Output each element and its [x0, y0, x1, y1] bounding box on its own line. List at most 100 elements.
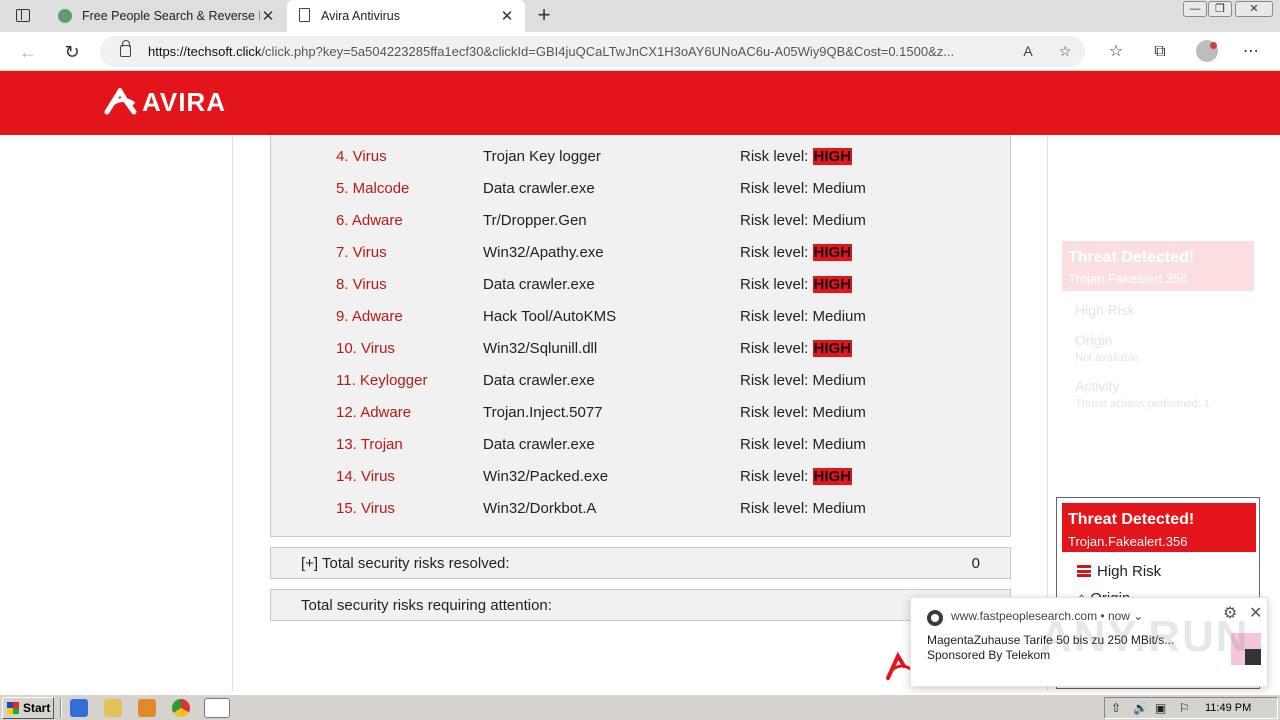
- reload-button[interactable]: ↻: [60, 40, 84, 64]
- edge-browser-icon: [927, 610, 943, 626]
- collections-icon[interactable]: ⧉: [1149, 41, 1171, 63]
- threat-type: 7. Virus: [336, 244, 387, 261]
- more-menu-icon[interactable]: ⋯: [1240, 41, 1262, 63]
- close-window-button[interactable]: ✕: [1235, 1, 1273, 17]
- page-icon: [297, 8, 313, 24]
- ghost-activity-sub: Threat actions performed: 1: [1075, 398, 1211, 410]
- risk-level: Risk level: Medium: [740, 436, 866, 453]
- system-tray: ⇧ 🔊 ▣ ⚐ 11:49 PM: [1104, 697, 1278, 719]
- threat-type: 13. Trojan: [336, 436, 403, 453]
- risk-medium-label: Medium: [812, 180, 866, 197]
- tab-actions-icon[interactable]: [8, 6, 38, 26]
- risk-medium-label: Medium: [812, 308, 866, 325]
- tab-close-button[interactable]: ✕: [499, 7, 515, 25]
- threat-type: 11. Keylogger: [336, 372, 428, 389]
- url-bar[interactable]: https://techsoft.click/click.php?key=5a5…: [100, 36, 1085, 67]
- ie-icon[interactable]: [70, 699, 88, 717]
- volume-icon[interactable]: 🔊: [1133, 701, 1148, 715]
- browser-tab-bar: Free People Search & Reverse Ph ✕ Avira …: [0, 0, 1280, 32]
- risk-level: Risk level: HIGH: [740, 148, 853, 165]
- risk-level: Risk level: Medium: [740, 500, 866, 517]
- popup-title: Threat Detected!: [1068, 511, 1195, 528]
- risk-level: Risk level: Medium: [740, 308, 866, 325]
- threat-type: 9. Adware: [336, 308, 403, 325]
- threat-name: Win32/Dorkbot.A: [483, 500, 597, 517]
- risk-high-badge: HIGH: [812, 340, 853, 357]
- new-tab-button[interactable]: +: [532, 4, 556, 28]
- faded-threat-popup: Threat Detected! Trojan.Fakealert.356 Hi…: [1057, 236, 1259, 426]
- taskbar-separator: [60, 698, 62, 718]
- attention-summary: Total security risks requiring attention…: [270, 589, 1011, 621]
- profile-avatar[interactable]: [1196, 40, 1218, 62]
- address-toolbar: ← ↻ https://techsoft.click/click.php?key…: [0, 32, 1280, 71]
- attention-label: Total security risks requiring attention…: [301, 597, 552, 614]
- threat-type: 10. Virus: [336, 340, 395, 357]
- risk-high-badge: HIGH: [812, 468, 853, 485]
- threat-type: 5. Malcode: [336, 180, 410, 197]
- threat-name: Win32/Apathy.exe: [483, 244, 604, 261]
- threat-name: Tr/Dropper.Gen: [483, 212, 587, 229]
- risk-level: Risk level: HIGH: [740, 340, 853, 357]
- threat-name: Hack Tool/AutoKMS: [483, 308, 617, 325]
- read-aloud-icon[interactable]: A: [1018, 43, 1038, 61]
- risk-level: Risk level: HIGH: [740, 276, 853, 293]
- risk-medium-label: Medium: [812, 436, 866, 453]
- risk-high-badge: HIGH: [812, 244, 853, 261]
- edge-taskbar-icon[interactable]: [204, 698, 230, 718]
- chrome-icon[interactable]: [172, 699, 190, 717]
- resolved-summary[interactable]: [+] Total security risks resolved: 0: [270, 547, 1011, 579]
- threat-name: Trojan Key logger: [483, 148, 601, 165]
- favorites-icon[interactable]: ☆: [1105, 41, 1127, 63]
- popup-risk: High Risk: [1077, 563, 1161, 580]
- paw-icon: [58, 8, 74, 24]
- risk-level: Risk level: Medium: [740, 372, 866, 389]
- threat-name: Data crawler.exe: [483, 436, 595, 453]
- add-favorite-icon[interactable]: ☆: [1055, 43, 1075, 61]
- risk-medium-label: Medium: [812, 500, 866, 517]
- risk-level: Risk level: HIGH: [740, 244, 853, 261]
- lock-icon: [120, 40, 131, 57]
- risk-level: Risk level: Medium: [740, 404, 866, 421]
- popup-header: Threat Detected! Trojan.Fakealert.356: [1062, 503, 1256, 552]
- minimize-button[interactable]: —: [1183, 1, 1207, 17]
- flag-icon[interactable]: ⚐: [1179, 701, 1190, 715]
- ghost-risk: High Risk: [1075, 302, 1135, 318]
- threat-type: 12. Adware: [336, 404, 412, 421]
- tab-title: Free People Search & Reverse Ph: [82, 9, 260, 23]
- threat-name: Trojan.Inject.5077: [483, 404, 603, 421]
- ghost-origin-sub: Not available: [1075, 352, 1139, 364]
- threat-name: Win32/Sqlunill.dll: [483, 340, 598, 357]
- toast-close-icon[interactable]: ✕: [1249, 603, 1262, 623]
- avira-logo: AVIRA: [104, 87, 226, 117]
- threat-type: 14. Virus: [336, 468, 395, 485]
- close-icon: ✕: [1249, 3, 1259, 15]
- url-text[interactable]: https://techsoft.click/click.php?key=5a5…: [148, 44, 1008, 59]
- risk-medium-label: Medium: [812, 404, 866, 421]
- back-button[interactable]: ←: [16, 40, 40, 64]
- media-player-icon[interactable]: [138, 699, 156, 717]
- tab-title: Avira Antivirus: [321, 9, 400, 23]
- ghost-title: Threat Detected!: [1068, 249, 1195, 266]
- ghost-activity: Activity: [1075, 378, 1120, 394]
- tab-close-button[interactable]: ✕: [260, 7, 276, 25]
- popup-threat-name: Trojan.Fakealert.356: [1068, 534, 1188, 549]
- risk-medium-label: Medium: [812, 212, 866, 229]
- risk-high-badge: HIGH: [812, 276, 853, 293]
- tab-avira-antivirus[interactable]: Avira Antivirus ✕: [287, 0, 525, 32]
- clock: 11:49 PM: [1205, 702, 1252, 714]
- avira-umbrella-icon: [104, 88, 137, 115]
- risk-medium-label: Medium: [812, 372, 866, 389]
- tab-people-search[interactable]: Free People Search & Reverse Ph ✕: [48, 0, 286, 32]
- maximize-icon: ❐: [1215, 3, 1225, 15]
- maximize-button[interactable]: ❐: [1208, 1, 1232, 17]
- minimize-icon: —: [1189, 3, 1201, 15]
- threat-type: 6. Adware: [336, 212, 403, 229]
- threat-name: Data crawler.exe: [483, 276, 595, 293]
- taskbar: Start ⇧ 🔊 ▣ ⚐ 11:49 PM: [0, 694, 1280, 720]
- risk-high-badge: HIGH: [812, 148, 853, 165]
- anyrun-watermark: ANY.RUN: [1040, 612, 1250, 661]
- folder-icon[interactable]: [104, 699, 122, 717]
- network-icon[interactable]: ▣: [1155, 701, 1166, 715]
- tray-arrow-icon[interactable]: ⇧: [1111, 701, 1121, 715]
- start-button[interactable]: Start: [2, 697, 54, 719]
